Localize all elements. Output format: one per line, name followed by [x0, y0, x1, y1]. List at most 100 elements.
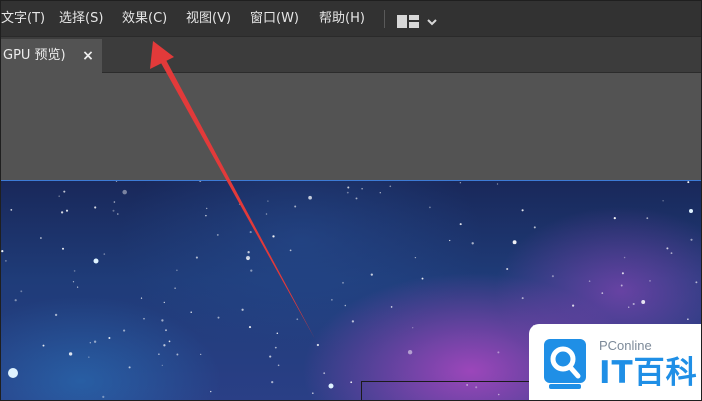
star	[276, 332, 279, 335]
star	[158, 353, 160, 355]
star	[250, 269, 253, 272]
star	[176, 353, 179, 356]
star	[296, 318, 299, 321]
star	[190, 311, 192, 313]
star	[93, 340, 97, 343]
star	[628, 306, 630, 308]
star	[344, 304, 347, 307]
star	[407, 350, 413, 355]
bright-star	[93, 258, 99, 264]
star	[58, 195, 60, 197]
app-window: 文字(T) 选择(S) 效果(C) 视图(V) 窗口(W) 帮助(H) GPU …	[0, 0, 702, 401]
star	[168, 340, 171, 343]
star	[163, 301, 165, 304]
menu-help[interactable]: 帮助(H)	[319, 1, 365, 37]
star	[361, 188, 363, 190]
star	[414, 256, 417, 259]
star	[308, 195, 312, 200]
star	[459, 181, 462, 184]
star	[210, 390, 212, 393]
document-tab-label: GPU 预览)	[3, 48, 66, 63]
star	[143, 317, 145, 320]
menu-select[interactable]: 选择(S)	[59, 1, 103, 37]
magnifier-logo-icon	[544, 339, 586, 389]
star	[54, 313, 58, 317]
star	[623, 256, 626, 259]
star	[42, 344, 45, 347]
menu-bar: 文字(T) 选择(S) 效果(C) 视图(V) 窗口(W) 帮助(H)	[1, 1, 701, 37]
star	[613, 217, 616, 220]
pasteboard-area[interactable]	[1, 73, 701, 180]
star	[497, 351, 500, 354]
star	[165, 329, 167, 332]
star	[267, 200, 269, 202]
menu-window[interactable]: 窗口(W)	[250, 1, 299, 37]
star	[195, 256, 198, 259]
star	[601, 292, 604, 294]
star	[161, 364, 163, 367]
star	[128, 366, 131, 369]
star	[390, 306, 393, 308]
star	[641, 300, 646, 304]
star	[506, 267, 509, 271]
star	[216, 233, 219, 236]
watermark-brand: IT百科	[599, 355, 698, 391]
star	[10, 209, 13, 211]
star	[649, 280, 651, 282]
menu-type[interactable]: 文字(T)	[1, 1, 45, 37]
star	[199, 181, 202, 183]
chevron-down-icon[interactable]	[426, 13, 438, 26]
star	[533, 226, 536, 229]
menu-effect[interactable]: 效果(C)	[122, 1, 167, 37]
star	[687, 181, 690, 184]
star	[687, 318, 689, 320]
star	[161, 319, 164, 322]
star	[355, 197, 358, 200]
star	[346, 191, 349, 194]
star	[521, 209, 524, 212]
star	[662, 200, 664, 202]
star	[316, 343, 320, 347]
star	[163, 344, 166, 347]
star	[512, 240, 517, 245]
star	[496, 183, 499, 185]
star	[20, 290, 23, 293]
menu-view[interactable]: 视图(V)	[186, 1, 231, 37]
star	[449, 239, 451, 242]
star	[249, 231, 252, 234]
document-tab-bar: GPU 预览) ×	[1, 37, 701, 73]
star	[666, 247, 669, 250]
star	[89, 342, 91, 344]
star	[294, 205, 297, 208]
star	[1, 250, 4, 253]
star	[274, 346, 277, 349]
star	[350, 381, 353, 384]
star	[174, 287, 176, 289]
star	[289, 249, 292, 252]
star	[14, 299, 17, 302]
bright-star	[328, 383, 334, 389]
star	[370, 273, 373, 276]
workspace-layout-icon[interactable]	[397, 13, 419, 28]
star	[140, 297, 143, 299]
close-icon[interactable]: ×	[81, 49, 95, 63]
bright-star	[689, 209, 693, 213]
star	[103, 253, 106, 255]
bright-star	[8, 368, 18, 378]
selection-rectangle[interactable]	[361, 381, 536, 400]
star	[459, 223, 462, 226]
star	[68, 352, 73, 356]
star	[471, 242, 474, 245]
star	[73, 270, 76, 272]
star	[272, 235, 275, 238]
star	[176, 269, 178, 272]
star	[551, 275, 554, 278]
star	[331, 299, 333, 301]
star	[88, 356, 90, 358]
star	[205, 207, 208, 210]
star	[63, 190, 66, 193]
star	[247, 251, 250, 254]
star	[277, 364, 280, 367]
document-tab[interactable]: GPU 预览) ×	[1, 39, 102, 73]
star	[60, 211, 64, 214]
